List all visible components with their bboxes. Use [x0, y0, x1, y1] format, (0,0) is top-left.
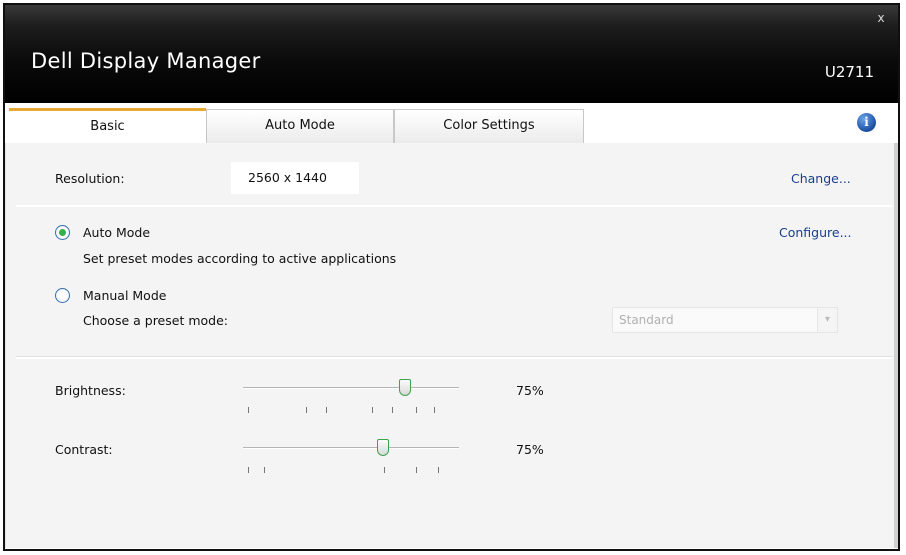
- brightness-value: 75%: [516, 383, 544, 398]
- slider-tick: [416, 407, 417, 413]
- basic-panel: Resolution: 2560 x 1440 Change... Auto M…: [5, 143, 894, 548]
- panel-edge: [894, 143, 898, 548]
- brightness-slider[interactable]: [243, 379, 459, 403]
- slider-tick: [248, 467, 249, 473]
- slider-thumb[interactable]: [377, 439, 390, 456]
- manual-mode-description: Choose a preset mode:: [83, 313, 228, 328]
- contrast-value: 75%: [516, 442, 544, 457]
- monitor-model: U2711: [824, 63, 874, 81]
- auto-mode-label: Auto Mode: [83, 225, 151, 240]
- auto-mode-radio[interactable]: [55, 225, 70, 240]
- divider: [16, 357, 892, 359]
- tab-color-settings[interactable]: Color Settings: [394, 109, 584, 143]
- resolution-label: Resolution:: [55, 171, 125, 186]
- brightness-label: Brightness:: [55, 383, 126, 398]
- slider-tick: [264, 467, 265, 473]
- app-title: Dell Display Manager: [31, 49, 261, 73]
- change-resolution-link[interactable]: Change...: [791, 171, 851, 186]
- contrast-label: Contrast:: [55, 442, 113, 457]
- tab-basic[interactable]: Basic: [9, 108, 206, 142]
- tab-auto-mode[interactable]: Auto Mode: [206, 109, 394, 143]
- slider-tick: [326, 407, 327, 413]
- tab-bar: Basic Auto Mode Color Settings i: [5, 103, 898, 143]
- title-bar: Dell Display Manager x U2711: [5, 5, 898, 103]
- manual-mode-radio[interactable]: [55, 288, 70, 303]
- app-window: Dell Display Manager x U2711 Basic Auto …: [3, 3, 900, 551]
- slider-tick: [434, 407, 435, 413]
- manual-mode-label: Manual Mode: [83, 288, 167, 303]
- slider-tick: [372, 407, 373, 413]
- auto-mode-description: Set preset modes according to active app…: [83, 251, 397, 266]
- slider-tick: [248, 407, 249, 413]
- resolution-value: 2560 x 1440: [231, 162, 359, 194]
- slider-tick: [438, 467, 439, 473]
- configure-link[interactable]: Configure...: [779, 225, 852, 240]
- slider-tick: [416, 467, 417, 473]
- slider-tick: [306, 407, 307, 413]
- info-icon[interactable]: i: [857, 113, 876, 132]
- slider-thumb[interactable]: [399, 379, 411, 396]
- slider-track: [243, 387, 459, 389]
- divider: [16, 205, 892, 207]
- slider-tick: [384, 467, 385, 473]
- chevron-down-icon: ▾: [817, 308, 837, 332]
- slider-track: [243, 447, 459, 449]
- close-button[interactable]: x: [874, 11, 888, 25]
- preset-mode-select[interactable]: Standard ▾: [612, 307, 838, 333]
- slider-tick: [392, 407, 393, 413]
- contrast-slider[interactable]: [243, 439, 459, 463]
- preset-mode-value: Standard: [619, 313, 674, 327]
